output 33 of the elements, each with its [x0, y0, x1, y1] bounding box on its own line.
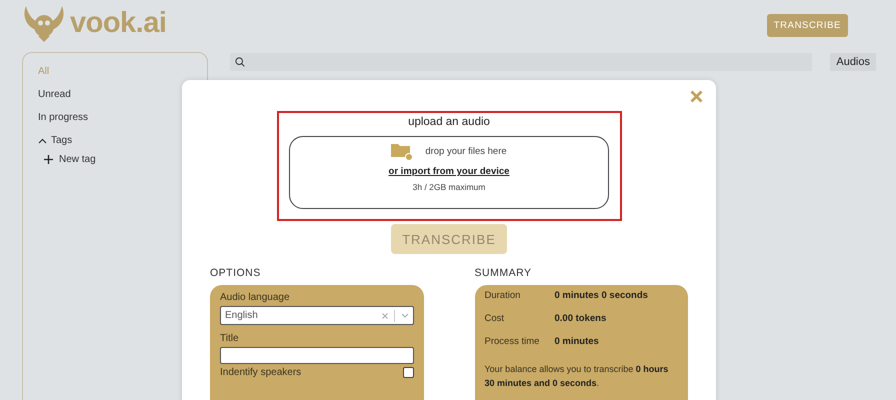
- summary-value: 0.00 tokens: [554, 313, 606, 326]
- balance-text: Your balance allows you to transcribe 0 hours 30 minutes and 0 seconds.: [484, 363, 670, 390]
- upload-title: upload an audio: [408, 116, 490, 128]
- drop-zone[interactable]: drop your files here or import from your device 3h / 2GB maximum: [289, 136, 609, 209]
- folder-icon: [391, 142, 414, 161]
- options-heading: OPTIONS: [210, 267, 261, 279]
- audios-button[interactable]: Audios: [830, 53, 876, 71]
- title-field[interactable]: [220, 347, 414, 364]
- summary-value: 0 minutes: [554, 336, 599, 349]
- logo-text: vook.ai: [70, 6, 166, 40]
- summary-value: 0 minutes 0 seconds: [554, 290, 648, 303]
- chevron-icon: [400, 313, 408, 318]
- search-icon: [235, 57, 245, 67]
- speakers-label: Indentify speakers: [220, 367, 302, 378]
- close-icon: [690, 90, 703, 103]
- tags-toggle[interactable]: Tags: [38, 134, 192, 147]
- summary-label: Process time: [484, 336, 540, 349]
- import-link[interactable]: or import from your device: [388, 166, 510, 177]
- speakers-checkbox[interactable]: [402, 367, 414, 378]
- new-tag-button[interactable]: New tag: [44, 154, 192, 165]
- language-label: Audio language: [220, 292, 290, 303]
- clear-icon: [382, 312, 388, 318]
- summary-label: Duration: [484, 290, 522, 303]
- search-field[interactable]: [230, 53, 812, 71]
- language-select[interactable]: English: [220, 306, 414, 325]
- owl-logo-icon: [22, 4, 66, 42]
- summary-heading: SUMMARY: [474, 267, 532, 279]
- title-label: Title: [220, 333, 239, 344]
- drop-hint: drop your files here: [425, 146, 507, 157]
- chevron-icon: [38, 138, 47, 144]
- plus-icon: [44, 155, 53, 164]
- size-limit-text: 3h / 2GB maximum: [412, 182, 486, 192]
- summary-label: Cost: [484, 313, 506, 326]
